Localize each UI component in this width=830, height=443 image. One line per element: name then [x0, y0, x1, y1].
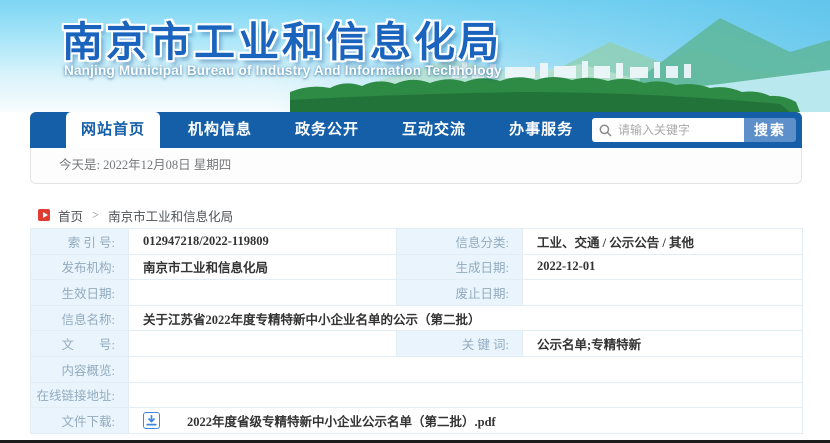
breadcrumb: 首页 > 南京市工业和信息化局 — [38, 205, 233, 225]
breadcrumb-current: 南京市工业和信息化局 — [108, 209, 234, 224]
tab-home[interactable]: 网站首页 — [66, 112, 161, 148]
field-label-expiry-date: 废止日期: — [396, 279, 523, 306]
date-bar: 今天是: 2022年12月08日 星期四 — [30, 148, 802, 184]
breadcrumb-home-icon — [38, 209, 50, 221]
search-icon — [599, 124, 612, 137]
main-nav: 网站首页 机构信息 政务公开 互动交流 办事服务 搜索 — [30, 112, 802, 148]
tab-gov-disclosure[interactable]: 政务公开 — [280, 112, 374, 148]
field-label-content-overview: 内容概览: — [30, 355, 129, 383]
breadcrumb-home-link[interactable]: 首页 — [58, 206, 83, 225]
field-value-create-date: 2022-12-01 — [522, 253, 803, 281]
tab-services[interactable]: 办事服务 — [494, 112, 588, 148]
today-date-text: 今天是: 2022年12月08日 星期四 — [59, 158, 232, 172]
breadcrumb-separator: > — [92, 207, 100, 222]
field-value-doc-number — [128, 330, 397, 357]
field-value-index-number: 012947218/2022-119809 — [128, 228, 397, 255]
field-value-keywords: 公示名单;专精特新 — [522, 330, 803, 357]
field-label-index-number: 索 引 号: — [30, 228, 129, 255]
field-label-keywords: 关 键 词: — [396, 330, 523, 357]
table-row: 文件下载: 2022年度省级专精特新中小企业公示名单（第二批）.pdf — [30, 407, 803, 434]
field-label-effective-date: 生效日期: — [30, 279, 129, 306]
table-row: 索 引 号: 012947218/2022-119809 信息分类: 工业、交通… — [30, 228, 803, 255]
field-label-info-category: 信息分类: — [396, 228, 523, 255]
search-box — [592, 118, 744, 142]
field-label-info-title: 信息名称: — [30, 304, 129, 332]
field-label-file-download: 文件下载: — [30, 407, 129, 434]
field-value-info-category: 工业、交通 / 公示公告 / 其他 — [522, 228, 803, 255]
table-row: 文 号: 关 键 词: 公示名单;专精特新 — [30, 330, 803, 357]
field-label-create-date: 生成日期: — [396, 253, 523, 281]
site-subtitle: Nanjing Municipal Bureau of Industry And… — [64, 63, 502, 78]
search-input[interactable] — [618, 123, 736, 137]
file-download-link[interactable]: 2022年度省级专精特新中小企业公示名单（第二批）.pdf — [143, 411, 496, 430]
field-label-publisher: 发布机构: — [30, 253, 129, 281]
tab-org-info[interactable]: 机构信息 — [173, 112, 267, 148]
table-row: 在线链接地址: — [30, 381, 803, 409]
tab-interaction[interactable]: 互动交流 — [387, 112, 481, 148]
field-value-content-overview — [128, 355, 803, 383]
download-icon — [143, 411, 160, 429]
table-row: 发布机构: 南京市工业和信息化局 生成日期: 2022-12-01 — [30, 253, 803, 281]
field-value-file-download: 2022年度省级专精特新中小企业公示名单（第二批）.pdf — [128, 407, 803, 434]
field-label-doc-number: 文 号: — [30, 330, 129, 357]
field-value-expiry-date — [522, 279, 803, 306]
search-button[interactable]: 搜索 — [744, 118, 796, 142]
site-header: 南京市工业和信息化局 Nanjing Municipal Bureau of I… — [0, 0, 830, 112]
field-value-info-title: 关于江苏省2022年度专精特新中小企业名单的公示（第二批） — [128, 304, 803, 332]
table-row: 生效日期: 废止日期: — [30, 279, 803, 306]
search-bar: 搜索 — [592, 118, 796, 142]
file-name: 2022年度省级专精特新中小企业公示名单（第二批）.pdf — [187, 414, 496, 429]
field-label-online-link: 在线链接地址: — [30, 381, 129, 409]
field-value-publisher: 南京市工业和信息化局 — [128, 253, 397, 281]
site-title: 南京市工业和信息化局 — [62, 19, 502, 65]
table-row: 信息名称: 关于江苏省2022年度专精特新中小企业名单的公示（第二批） — [30, 304, 803, 332]
table-row: 内容概览: — [30, 355, 803, 383]
field-value-effective-date — [128, 279, 397, 306]
field-value-online-link — [128, 381, 803, 409]
document-info-table: 索 引 号: 012947218/2022-119809 信息分类: 工业、交通… — [30, 228, 803, 434]
